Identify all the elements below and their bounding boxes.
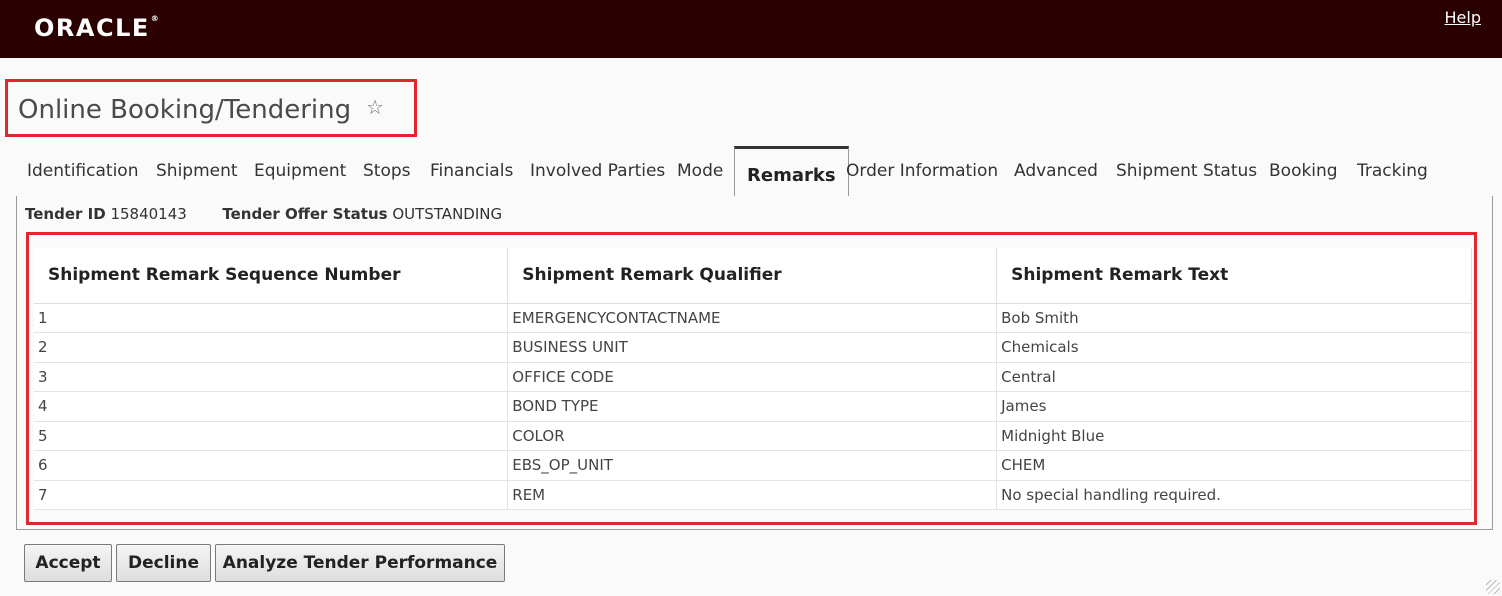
column-header-text[interactable]: Shipment Remark Text: [996, 248, 1472, 304]
cell-text: Central: [996, 362, 1472, 392]
cell-sequence: 2: [34, 332, 509, 363]
tab-identification[interactable]: Identification: [27, 161, 138, 181]
table-row[interactable]: 2 BUSINESS UNIT Chemicals: [34, 332, 1472, 363]
oracle-logo: ORACLE®: [34, 14, 159, 42]
remarks-table: Shipment Remark Sequence Number Shipment…: [34, 248, 1472, 510]
table-row[interactable]: 4 BOND TYPE James: [34, 391, 1472, 422]
table-row[interactable]: 5 COLOR Midnight Blue: [34, 421, 1472, 451]
accept-button[interactable]: Accept: [24, 544, 112, 582]
tab-mode[interactable]: Mode: [677, 161, 723, 181]
cell-text: James: [996, 391, 1472, 422]
tab-advanced[interactable]: Advanced: [1014, 161, 1098, 181]
cell-sequence: 1: [34, 303, 509, 333]
table-row[interactable]: 1 EMERGENCYCONTACTNAME Bob Smith: [34, 303, 1472, 333]
tab-bar: Identification Shipment Equipment Stops …: [16, 146, 1492, 197]
cell-text: No special handling required.: [996, 480, 1472, 510]
table-header-row: Shipment Remark Sequence Number Shipment…: [34, 248, 1472, 304]
resize-grip-icon[interactable]: [1486, 580, 1500, 594]
cell-qualifier: REM: [507, 480, 998, 510]
tab-order-information[interactable]: Order Information: [846, 161, 998, 181]
tab-shipment[interactable]: Shipment: [156, 161, 238, 181]
cell-text: CHEM: [996, 450, 1472, 481]
cell-sequence: 6: [34, 450, 509, 481]
cell-sequence: 7: [34, 480, 509, 510]
cell-sequence: 5: [34, 421, 509, 451]
cell-qualifier: COLOR: [507, 421, 998, 451]
tab-booking[interactable]: Booking: [1269, 161, 1338, 181]
table-row[interactable]: 6 EBS_OP_UNIT CHEM: [34, 450, 1472, 481]
cell-text: Chemicals: [996, 332, 1472, 363]
column-header-qualifier[interactable]: Shipment Remark Qualifier: [507, 248, 998, 304]
star-icon[interactable]: ☆: [366, 95, 384, 119]
tender-status-line: Tender ID 15840143 Tender Offer Status O…: [25, 205, 502, 223]
top-bar: ORACLE® Help: [0, 0, 1502, 58]
tab-remarks[interactable]: Remarks: [734, 146, 849, 197]
tab-tracking[interactable]: Tracking: [1357, 161, 1428, 181]
tender-id-label: Tender ID: [25, 205, 106, 223]
table-row[interactable]: 3 OFFICE CODE Central: [34, 362, 1472, 392]
cell-sequence: 3: [34, 362, 509, 392]
cell-sequence: 4: [34, 391, 509, 422]
cell-text: Midnight Blue: [996, 421, 1472, 451]
cell-qualifier: BOND TYPE: [507, 391, 998, 422]
tender-status-label: Tender Offer Status: [222, 205, 388, 223]
page-title: Online Booking/Tendering: [18, 95, 352, 125]
help-link[interactable]: Help: [1445, 8, 1481, 27]
title-highlight-box: Online Booking/Tendering ☆: [5, 79, 417, 137]
tender-status-value: OUTSTANDING: [392, 205, 503, 223]
cell-qualifier: EMERGENCYCONTACTNAME: [507, 303, 998, 333]
tab-equipment[interactable]: Equipment: [254, 161, 346, 181]
tab-involved-parties[interactable]: Involved Parties: [530, 161, 665, 181]
table-row[interactable]: 7 REM No special handling required.: [34, 480, 1472, 510]
cell-qualifier: OFFICE CODE: [507, 362, 998, 392]
tab-shipment-status[interactable]: Shipment Status: [1116, 161, 1257, 181]
decline-button[interactable]: Decline: [116, 544, 211, 582]
cell-qualifier: BUSINESS UNIT: [507, 332, 998, 363]
cell-text: Bob Smith: [996, 303, 1472, 333]
analyze-tender-performance-button[interactable]: Analyze Tender Performance: [215, 544, 505, 582]
tender-id-value: 15840143: [110, 205, 187, 223]
tab-financials[interactable]: Financials: [430, 161, 513, 181]
column-header-sequence[interactable]: Shipment Remark Sequence Number: [34, 248, 509, 304]
tab-stops[interactable]: Stops: [363, 161, 411, 181]
cell-qualifier: EBS_OP_UNIT: [507, 450, 998, 481]
